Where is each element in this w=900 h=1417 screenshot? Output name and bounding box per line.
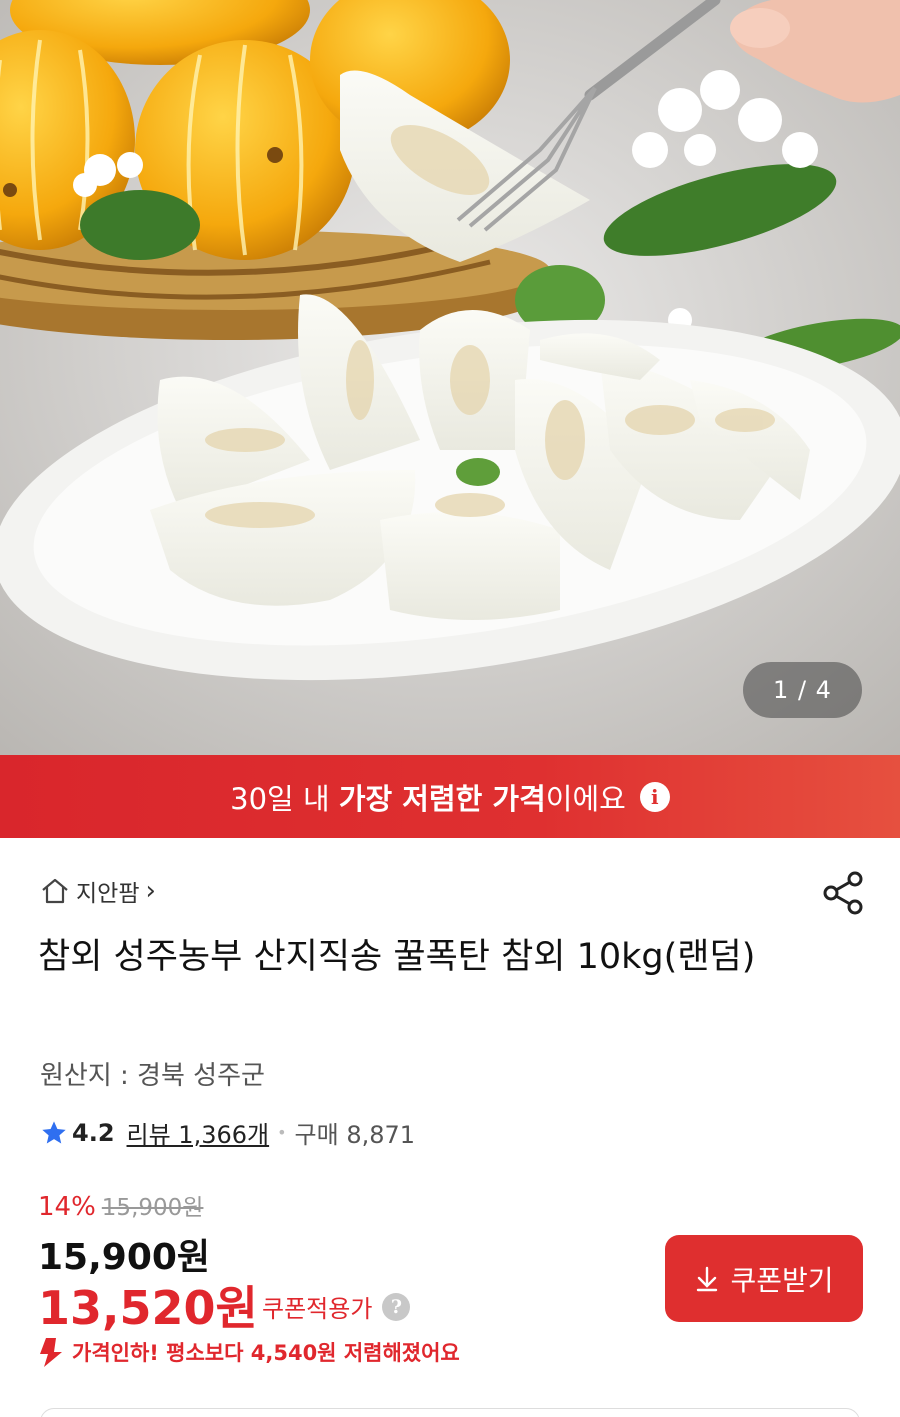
purchase-count: 구매 8,871 — [294, 1121, 416, 1149]
store-name: 지안팜 — [76, 881, 140, 907]
help-icon[interactable]: ? — [382, 1292, 411, 1321]
home-icon — [42, 878, 68, 904]
original-price: 15,900원 — [101, 1195, 204, 1221]
get-coupon-label: 쿠폰받기 — [730, 1263, 834, 1297]
share-button[interactable] — [822, 870, 866, 916]
separator-dot: • — [277, 1123, 287, 1142]
down-arrow-icon — [40, 1338, 62, 1367]
share-icon — [823, 871, 863, 915]
product-photo — [0, 0, 900, 755]
get-coupon-button[interactable]: 쿠폰받기 — [665, 1235, 863, 1322]
banner-text-highlight: 가장 저렴한 가격 — [338, 781, 546, 816]
review-count-link[interactable]: 리뷰 1,366개 — [127, 1115, 270, 1150]
image-counter: 1 / 4 — [743, 662, 862, 718]
coupon-price-label: 쿠폰적용가 ? — [262, 1289, 411, 1324]
chevron-right-icon: › — [145, 876, 156, 906]
coupon-price-label-text: 쿠폰적용가 — [262, 1295, 373, 1323]
product-image-carousel[interactable]: 1 / 4 — [0, 0, 900, 755]
info-icon[interactable]: i — [639, 781, 670, 812]
store-link[interactable]: 지안팜 › — [40, 874, 156, 908]
lowest-price-banner: 30일 내 가장 저렴한 가격 이에요 i — [0, 755, 900, 838]
banner-text-suffix: 이에요 — [545, 781, 626, 816]
coupon-price: 13,520원 — [38, 1281, 258, 1335]
discount-row: 14% 15,900원 — [38, 1188, 203, 1222]
product-origin: 원산지 : 경북 성주군 — [40, 1061, 265, 1091]
price-drop-text: 가격인하! 평소보다 4,540원 저렴해졌어요 — [72, 1341, 460, 1365]
product-title: 참외 성주농부 산지직송 꿀폭탄 참외 10kg(랜덤) — [38, 937, 756, 977]
price-drop-notice: 가격인하! 평소보다 4,540원 저렴해졌어요 — [36, 1336, 460, 1368]
star-icon — [42, 1120, 66, 1143]
banner-text-prefix: 30일 내 — [230, 781, 339, 816]
download-arrow-icon — [697, 1266, 718, 1291]
next-section-card-edge — [40, 1408, 860, 1417]
rating-score: 4.2 — [72, 1118, 115, 1147]
discount-rate: 14% — [38, 1192, 96, 1222]
rating-row: 4.2 리뷰 1,366개 • 구매 8,871 — [40, 1115, 415, 1150]
